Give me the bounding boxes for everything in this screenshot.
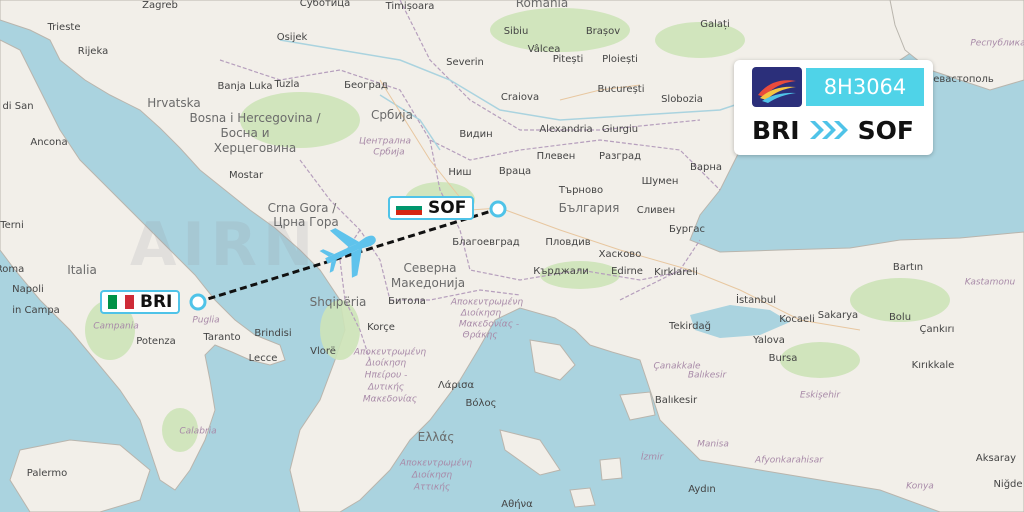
origin-tag[interactable]: BRI [100, 290, 181, 314]
italy-flag-icon [108, 295, 135, 309]
route-origin: BRI [752, 115, 800, 145]
destination-tag[interactable]: SOF [388, 196, 475, 220]
route-summary: BRI SOF [752, 112, 914, 148]
airline-logo-icon [752, 67, 802, 107]
destination-marker [489, 200, 507, 218]
destination-tag-code: SOF [428, 198, 467, 218]
map-canvas[interactable]: AIRN Zagreb Trieste Rijeka Osijek Суботи… [0, 0, 1024, 512]
triple-chevron-right-icon [808, 119, 850, 141]
route-line [197, 207, 499, 304]
origin-marker [189, 293, 207, 311]
origin-tag-code: BRI [140, 292, 173, 312]
flight-number: 8H3064 [823, 75, 907, 99]
flight-info-card[interactable]: 8H3064 BRI SOF [734, 60, 933, 155]
airplane-icon [319, 228, 376, 278]
route-destination: SOF [857, 115, 914, 145]
bulgaria-flag-icon [396, 201, 422, 216]
